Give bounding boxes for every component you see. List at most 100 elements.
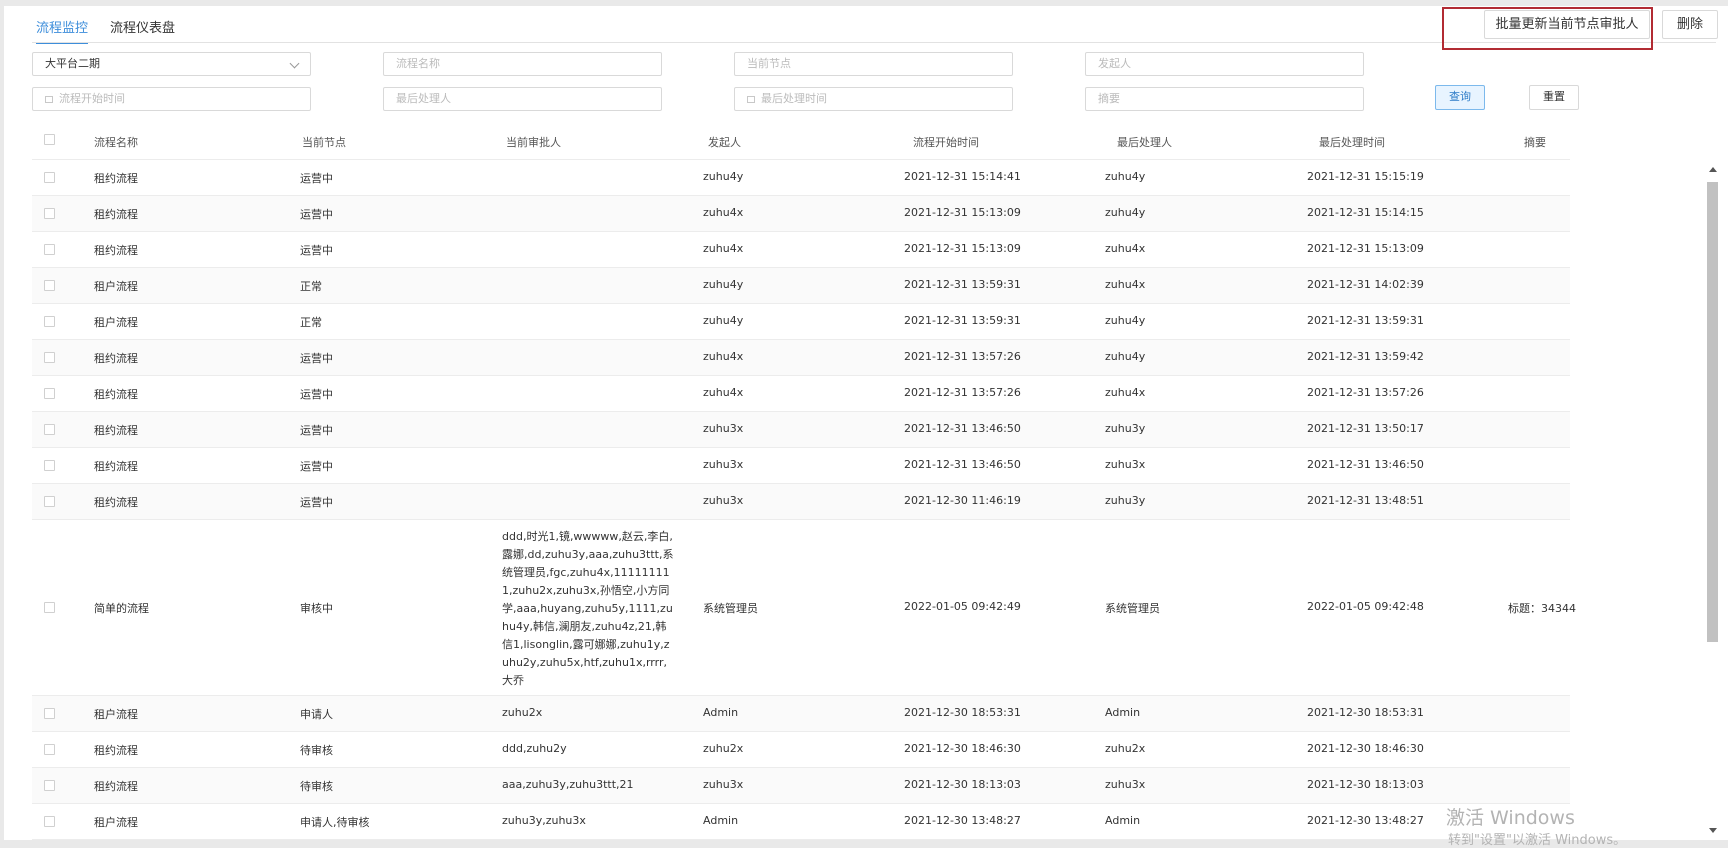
- table-cell: 运营中: [300, 172, 333, 185]
- process-name-input[interactable]: 流程名称: [383, 52, 662, 76]
- table-row[interactable]: 简单的流程 审核中 ddd,时光1,镜,wwwww,赵云,李白,露娜,dd,zuhu…: [32, 520, 1576, 696]
- table-cell: 2021-12-31 13:46:50: [904, 458, 1021, 471]
- table-row[interactable]: 租约流程 运营中 zuhu4x 2021-12-31 13:57:26 zuhu4x 20…: [32, 376, 1570, 412]
- delete-button[interactable]: 删除: [1662, 10, 1718, 39]
- table-row[interactable]: 租约流程 运营中 zuhu3x 2021-12-31 13:46:50 zuhu3y 20…: [32, 412, 1570, 448]
- table-cell: 待审核: [300, 744, 333, 757]
- chevron-down-icon: [289, 58, 300, 69]
- table-cell: 系统管理员: [703, 602, 758, 615]
- table-row[interactable]: 租约流程 运营中 zuhu3x 2021-12-31 13:46:50 zuhu3x 20…: [32, 448, 1570, 484]
- table-cell: ddd,时光1,镜,wwwww,赵云,李白,露娜,dd,zuhu3y,aaa,z…: [502, 530, 674, 687]
- scroll-up-arrow-icon[interactable]: [1709, 167, 1717, 172]
- platform-select[interactable]: 大平台二期: [32, 52, 311, 76]
- calendar-icon: [45, 96, 53, 103]
- tab-process-monitor[interactable]: 流程监控: [36, 6, 89, 44]
- column-header: 当前节点: [302, 136, 346, 149]
- table-cell: 2022-01-05 09:42:48: [1307, 600, 1424, 613]
- table-cell: 2021-12-30 18:13:03: [1307, 778, 1424, 791]
- table-cell: 运营中: [300, 208, 333, 221]
- table-cell: 租户流程: [94, 280, 138, 293]
- tab-process-dashboard[interactable]: 流程仪表盘: [110, 6, 175, 42]
- table-cell: 租约流程: [94, 744, 138, 757]
- table-cell: 审核中: [300, 602, 333, 615]
- table-cell: 2021-12-30 18:53:31: [904, 706, 1021, 719]
- row-checkbox[interactable]: [44, 816, 55, 827]
- reset-button[interactable]: 重置: [1529, 85, 1579, 110]
- table-row[interactable]: 租户流程 正常 zuhu4y 2021-12-31 13:59:31 zuhu4y 202…: [32, 304, 1570, 340]
- row-checkbox[interactable]: [44, 708, 55, 719]
- table-cell: zuhu3y,zuhu3x: [502, 814, 586, 827]
- last-handler-input[interactable]: 最后处理人: [383, 87, 662, 111]
- table-cell: 申请人,待审核: [300, 816, 370, 829]
- table-row[interactable]: 租约流程 运营中 zuhu4x 2021-12-31 15:13:09 zuhu4y 20…: [32, 196, 1570, 232]
- table-cell: 租户流程: [94, 708, 138, 721]
- table-cell: 运营中: [300, 244, 333, 257]
- row-checkbox[interactable]: [44, 602, 55, 613]
- table-cell: 租约流程: [94, 424, 138, 437]
- calendar-icon: [747, 96, 755, 103]
- table-cell: 2021-12-30 18:46:30: [904, 742, 1021, 755]
- table-row[interactable]: 租约流程 运营中 zuhu4x 2021-12-31 15:13:09 zuhu4x 20…: [32, 232, 1570, 268]
- row-checkbox[interactable]: [44, 780, 55, 791]
- row-checkbox[interactable]: [44, 460, 55, 471]
- table-row[interactable]: 租约流程 运营中 zuhu4x 2021-12-31 13:57:26 zuhu4y 20…: [32, 340, 1570, 376]
- initiator-input[interactable]: 发起人: [1085, 52, 1364, 76]
- table-cell: zuhu4y: [1105, 170, 1146, 183]
- table-cell: 2021-12-31 13:59:42: [1307, 350, 1424, 363]
- row-checkbox[interactable]: [44, 352, 55, 363]
- column-header: 最后处理时间: [1319, 136, 1385, 149]
- row-checkbox[interactable]: [44, 172, 55, 183]
- table-cell: 2021-12-30 13:48:27: [1307, 814, 1424, 827]
- table-row[interactable]: 租约流程 运营中 zuhu4y 2021-12-31 15:14:41 zuhu4y 20…: [32, 160, 1570, 196]
- table-cell: zuhu3x: [703, 458, 744, 471]
- table-row[interactable]: 租约流程 待审核 ddd,zuhu2y zuhu2x 2021-12-30 18:46:…: [32, 732, 1570, 768]
- table-row[interactable]: 租约流程 运营中 zuhu3x 2021-12-30 11:46:19 zuhu3y 20…: [32, 484, 1570, 520]
- table-row[interactable]: 租户流程 申请人 zuhu2x Admin 2021-12-30 18:53:31 Adm…: [32, 696, 1570, 732]
- column-header: 摘要: [1524, 136, 1546, 149]
- row-checkbox[interactable]: [44, 244, 55, 255]
- table-cell: 租约流程: [94, 388, 138, 401]
- table-row[interactable]: 租户流程 正常 zuhu4y 2021-12-31 13:59:31 zuhu4x 202…: [32, 268, 1570, 304]
- last-time-picker[interactable]: 最后处理时间: [734, 87, 1013, 111]
- scrollbar-thumb[interactable]: [1707, 182, 1718, 642]
- summary-input[interactable]: 摘要: [1085, 87, 1364, 111]
- table-row[interactable]: 租约流程 待审核 aaa,zuhu3y,zuhu3ttt,21 zuhu3x 2021-…: [32, 768, 1570, 804]
- row-checkbox[interactable]: [44, 280, 55, 291]
- row-checkbox[interactable]: [44, 208, 55, 219]
- column-header: 发起人: [708, 136, 741, 149]
- row-checkbox[interactable]: [44, 316, 55, 327]
- table-cell: 运营中: [300, 460, 333, 473]
- app-frame: 流程监控 流程仪表盘 批量更新当前节点审批人 删除 大平台二期 流程名称 当前节…: [4, 6, 1728, 848]
- table-cell: zuhu4y: [703, 170, 744, 183]
- table-cell: zuhu4x: [703, 242, 744, 255]
- column-header: 当前审批人: [506, 136, 561, 149]
- table-cell: zuhu4y: [703, 278, 744, 291]
- table-cell: 2021-12-31 15:13:09: [1307, 242, 1424, 255]
- table-cell: 运营中: [300, 352, 333, 365]
- row-checkbox[interactable]: [44, 744, 55, 755]
- table-cell: 2021-12-31 15:14:41: [904, 170, 1021, 183]
- batch-update-approver-button[interactable]: 批量更新当前节点审批人: [1484, 10, 1650, 39]
- table-cell: ddd,zuhu2y: [502, 742, 567, 755]
- row-checkbox[interactable]: [44, 424, 55, 435]
- table-cell: 2021-12-31 13:59:31: [904, 314, 1021, 327]
- table-cell: 简单的流程: [94, 602, 149, 615]
- table-cell: 运营中: [300, 424, 333, 437]
- row-checkbox[interactable]: [44, 388, 55, 399]
- select-all-checkbox[interactable]: [44, 134, 55, 145]
- query-button[interactable]: 查询: [1435, 85, 1485, 110]
- table-cell: 2021-12-30 18:53:31: [1307, 706, 1424, 719]
- table-cell: Admin: [703, 706, 739, 719]
- row-checkbox[interactable]: [44, 496, 55, 507]
- table-cell: 2021-12-31 15:15:19: [1307, 170, 1424, 183]
- start-time-picker[interactable]: 流程开始时间: [32, 87, 311, 111]
- table-cell: 2021-12-30 18:13:03: [904, 778, 1021, 791]
- table-cell: 2021-12-31 13:59:31: [904, 278, 1021, 291]
- scroll-down-arrow-icon[interactable]: [1709, 828, 1717, 833]
- table-cell: zuhu3y: [1105, 494, 1146, 507]
- table-cell: 2021-12-31 13:46:50: [1307, 458, 1424, 471]
- table-cell: 2021-12-31 13:50:17: [1307, 422, 1424, 435]
- current-node-input[interactable]: 当前节点: [734, 52, 1013, 76]
- table-cell: 申请人: [300, 708, 333, 721]
- table-row[interactable]: 租户流程 申请人,待审核 zuhu3y,zuhu3x Admin 2021-12-30 …: [32, 804, 1570, 840]
